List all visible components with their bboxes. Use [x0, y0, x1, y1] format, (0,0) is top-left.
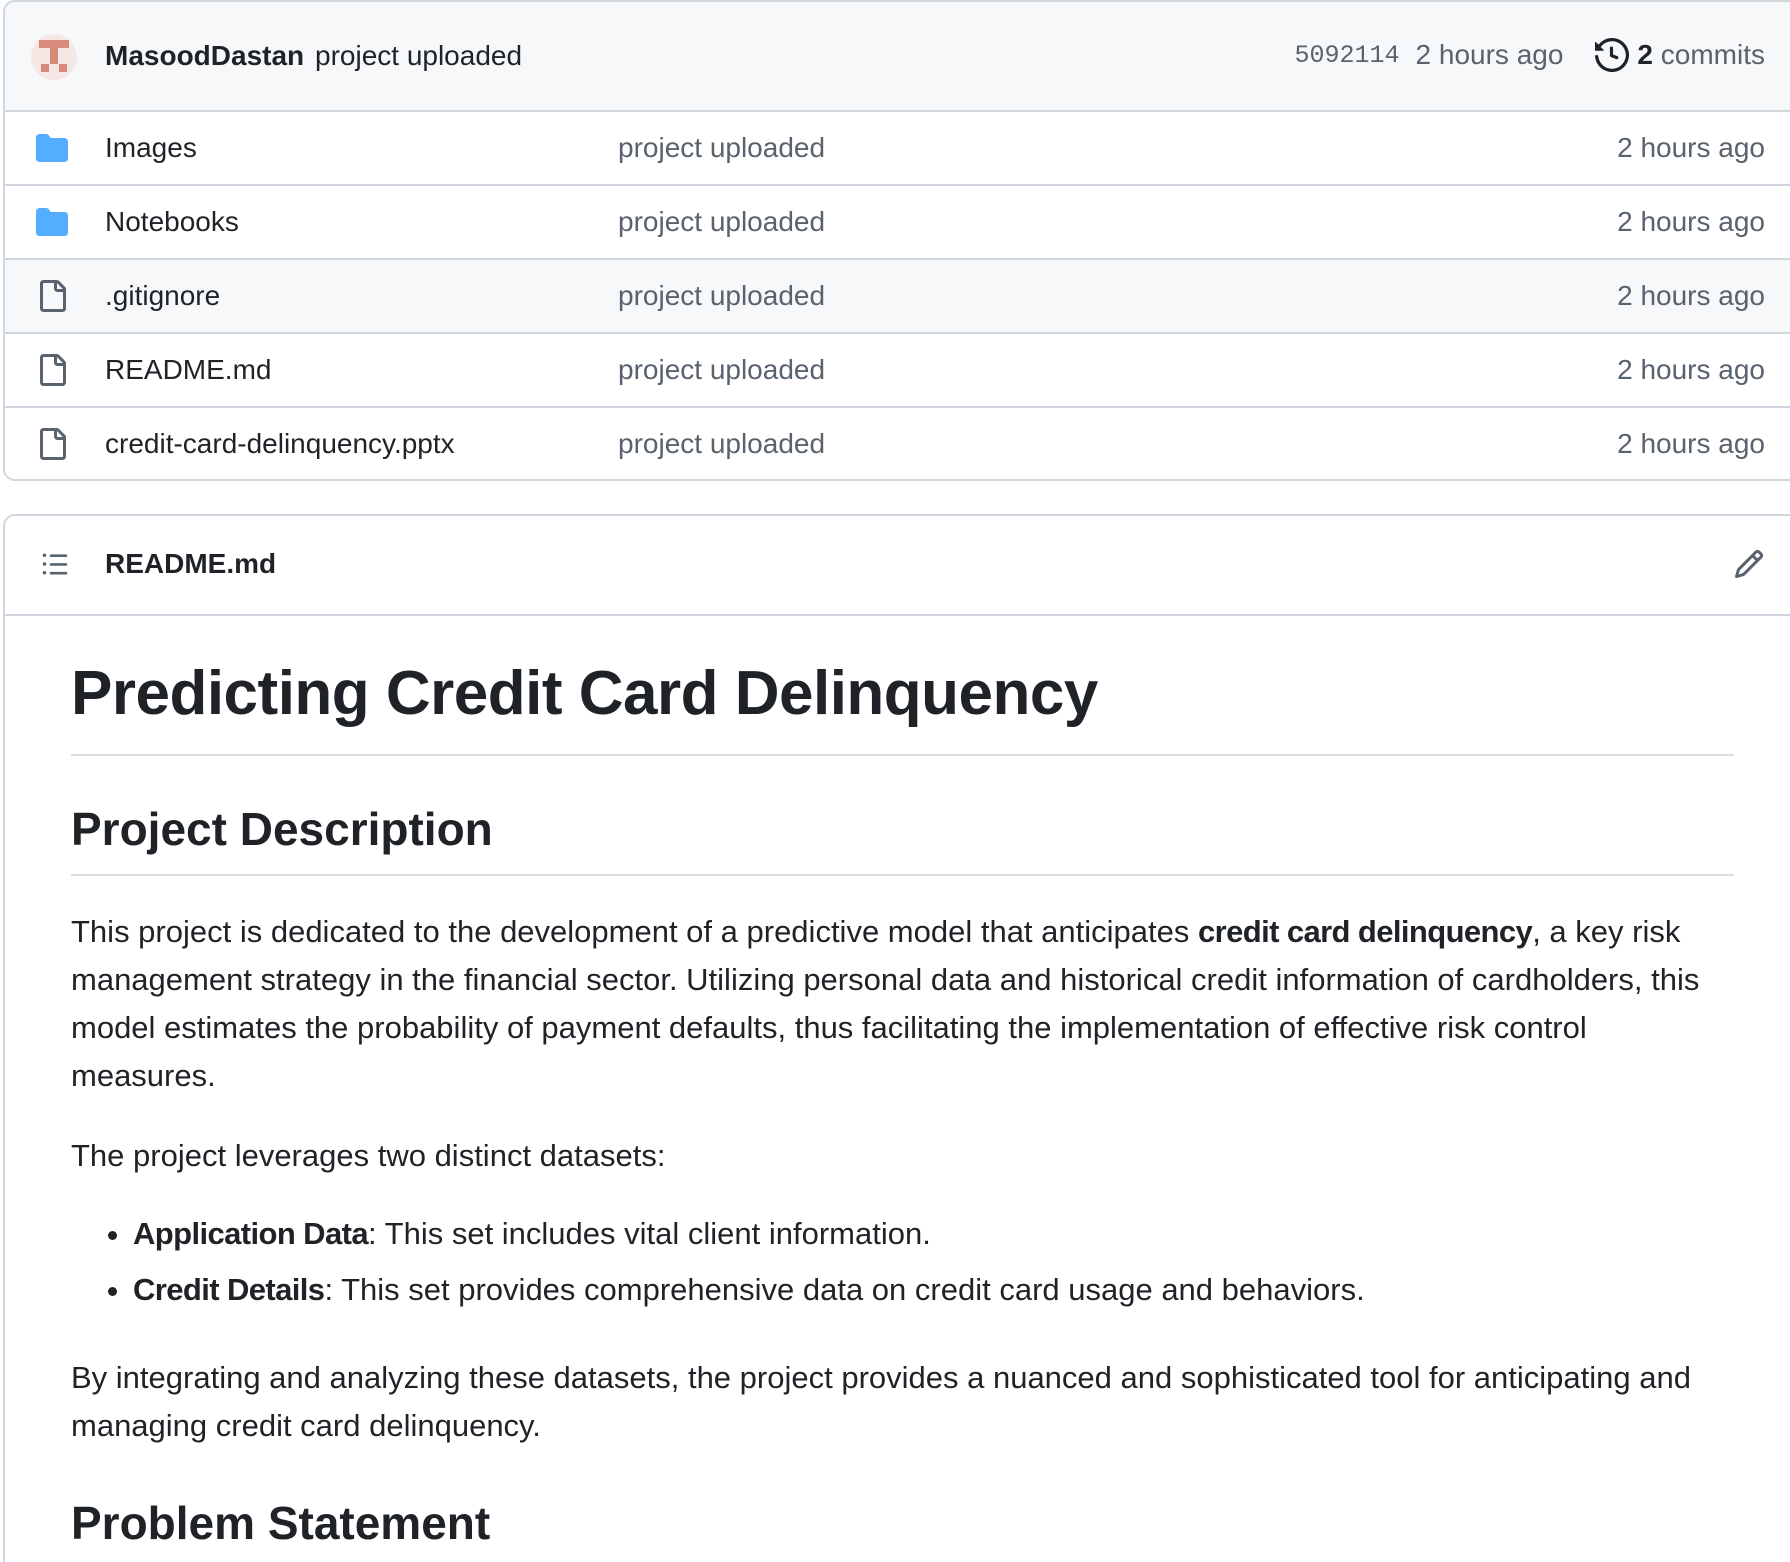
datasets-list: Application Data: This set includes vita…: [71, 1180, 1734, 1314]
file-commit-message-link[interactable]: project uploaded: [618, 206, 825, 238]
history-icon[interactable]: [1595, 37, 1630, 73]
folder-icon: [35, 132, 69, 164]
readme-panel: README.md Predicting Credit Card Delinqu…: [3, 514, 1790, 1562]
commit-count-label: commits: [1660, 39, 1765, 70]
file-name-link[interactable]: .gitignore: [105, 280, 220, 312]
file-commit-message-link[interactable]: project uploaded: [618, 132, 825, 164]
file-commit-message-link[interactable]: project uploaded: [618, 428, 825, 460]
datasets-intro-paragraph: The project leverages two distinct datas…: [71, 1138, 666, 1173]
file-commit-time: 2 hours ago: [1617, 132, 1765, 163]
section-heading-project-description: Project Description: [71, 756, 1734, 876]
list-item: Credit Details: This set provides compre…: [133, 1266, 1734, 1314]
file-commit-message-link[interactable]: project uploaded: [618, 354, 825, 386]
file-row-notebooks[interactable]: Notebooks project uploaded 2 hours ago: [5, 186, 1790, 260]
author-avatar[interactable]: [31, 34, 77, 80]
file-row-gitignore[interactable]: .gitignore project uploaded 2 hours ago: [5, 260, 1790, 334]
readme-heading: Predicting Credit Card Delinquency: [71, 616, 1734, 756]
latest-commit-bar: MasoodDastan project uploaded 5092114 2 …: [5, 2, 1790, 112]
file-row-readme[interactable]: README.md project uploaded 2 hours ago: [5, 334, 1790, 408]
file-icon: [35, 428, 69, 460]
bold-text: credit card delinquency: [1197, 914, 1533, 949]
description-paragraph: This project is dedicated to the develop…: [71, 914, 1700, 1093]
file-name-link[interactable]: README.md: [105, 354, 271, 386]
file-name-link[interactable]: Notebooks: [105, 206, 239, 238]
commit-message-link[interactable]: project uploaded: [315, 40, 522, 72]
commits-link[interactable]: 2 commits: [1637, 39, 1765, 71]
folder-icon: [35, 206, 69, 238]
summary-paragraph: By integrating and analyzing these datas…: [71, 1360, 1691, 1443]
list-item: Application Data: This set includes vita…: [133, 1210, 1734, 1258]
repository-page: MasoodDastan project uploaded 5092114 2 …: [0, 0, 1790, 1562]
file-name-link[interactable]: Images: [105, 132, 197, 164]
section-heading-problem-statement: Problem Statement: [71, 1497, 491, 1549]
pencil-icon[interactable]: [1733, 548, 1765, 580]
table-of-contents-icon[interactable]: [39, 550, 71, 578]
file-name-link[interactable]: credit-card-delinquency.pptx: [105, 428, 455, 460]
file-icon: [35, 354, 69, 386]
file-commit-time: 2 hours ago: [1617, 280, 1765, 311]
readme-header: README.md: [5, 516, 1790, 616]
commit-author-link[interactable]: MasoodDastan: [105, 40, 304, 72]
file-commit-time: 2 hours ago: [1617, 206, 1765, 237]
readme-content: Predicting Credit Card Delinquency Proje…: [71, 616, 1734, 1562]
commit-sha-link[interactable]: 5092114: [1294, 41, 1399, 70]
file-browser: MasoodDastan project uploaded 5092114 2 …: [3, 0, 1790, 481]
file-commit-time: 2 hours ago: [1617, 354, 1765, 385]
file-row-pptx[interactable]: credit-card-delinquency.pptx project upl…: [5, 408, 1790, 479]
file-icon: [35, 280, 69, 312]
commit-count-number: 2: [1637, 39, 1653, 70]
readme-filename[interactable]: README.md: [105, 548, 276, 580]
commit-time: 2 hours ago: [1415, 39, 1564, 70]
file-commit-message-link[interactable]: project uploaded: [618, 280, 825, 312]
file-commit-time: 2 hours ago: [1617, 428, 1765, 459]
file-row-images[interactable]: Images project uploaded 2 hours ago: [5, 112, 1790, 186]
commit-meta: 5092114 2 hours ago 2 commits: [1294, 37, 1765, 73]
